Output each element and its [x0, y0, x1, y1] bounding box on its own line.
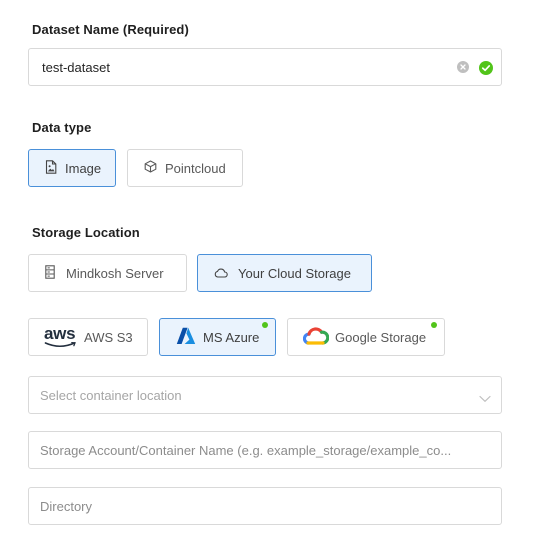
data-type-pointcloud-button[interactable]: Pointcloud [127, 149, 243, 187]
provider-aws-s3-label: AWS S3 [84, 329, 133, 345]
data-type-image-label: Image [65, 160, 102, 176]
dataset-form: Dataset Name (Required) test-dataset Dat… [0, 0, 540, 549]
connected-status-dot [262, 322, 268, 328]
dataset-name-label: Dataset Name (Required) [32, 22, 189, 37]
valid-check-icon [479, 61, 493, 75]
chevron-down-icon [479, 390, 491, 408]
data-type-label: Data type [32, 120, 92, 135]
storage-mindkosh-server-button[interactable]: Mindkosh Server [28, 254, 187, 292]
provider-google-storage-button[interactable]: Google Storage [287, 318, 445, 356]
provider-ms-azure-label: MS Azure [203, 329, 260, 345]
cloud-icon [214, 266, 228, 281]
container-location-select[interactable]: Select container location [28, 376, 502, 414]
connected-status-dot [431, 322, 437, 328]
server-icon [45, 264, 55, 282]
azure-logo-icon [176, 327, 196, 348]
directory-input[interactable]: Directory [28, 487, 502, 525]
storage-your-cloud-button[interactable]: Your Cloud Storage [197, 254, 372, 292]
image-file-icon [45, 159, 57, 177]
clear-icon[interactable] [457, 61, 469, 73]
google-cloud-logo-icon [302, 326, 330, 349]
storage-your-cloud-label: Your Cloud Storage [238, 265, 351, 281]
directory-placeholder: Directory [40, 499, 93, 514]
cube-icon [144, 160, 157, 176]
dataset-name-value: test-dataset [42, 60, 110, 75]
dataset-name-input[interactable]: test-dataset [28, 48, 502, 86]
storage-location-label: Storage Location [32, 225, 140, 240]
provider-google-storage-label: Google Storage [335, 329, 427, 345]
aws-logo-icon: aws [44, 324, 77, 349]
container-location-placeholder: Select container location [40, 388, 182, 403]
storage-account-container-input[interactable]: Storage Account/Container Name (e.g. exa… [28, 431, 502, 469]
data-type-image-button[interactable]: Image [28, 149, 116, 187]
data-type-pointcloud-label: Pointcloud [165, 160, 226, 176]
provider-ms-azure-button[interactable]: MS Azure [159, 318, 276, 356]
storage-mindkosh-server-label: Mindkosh Server [66, 265, 164, 281]
provider-aws-s3-button[interactable]: aws AWS S3 [28, 318, 148, 356]
storage-account-container-placeholder: Storage Account/Container Name (e.g. exa… [40, 443, 452, 458]
